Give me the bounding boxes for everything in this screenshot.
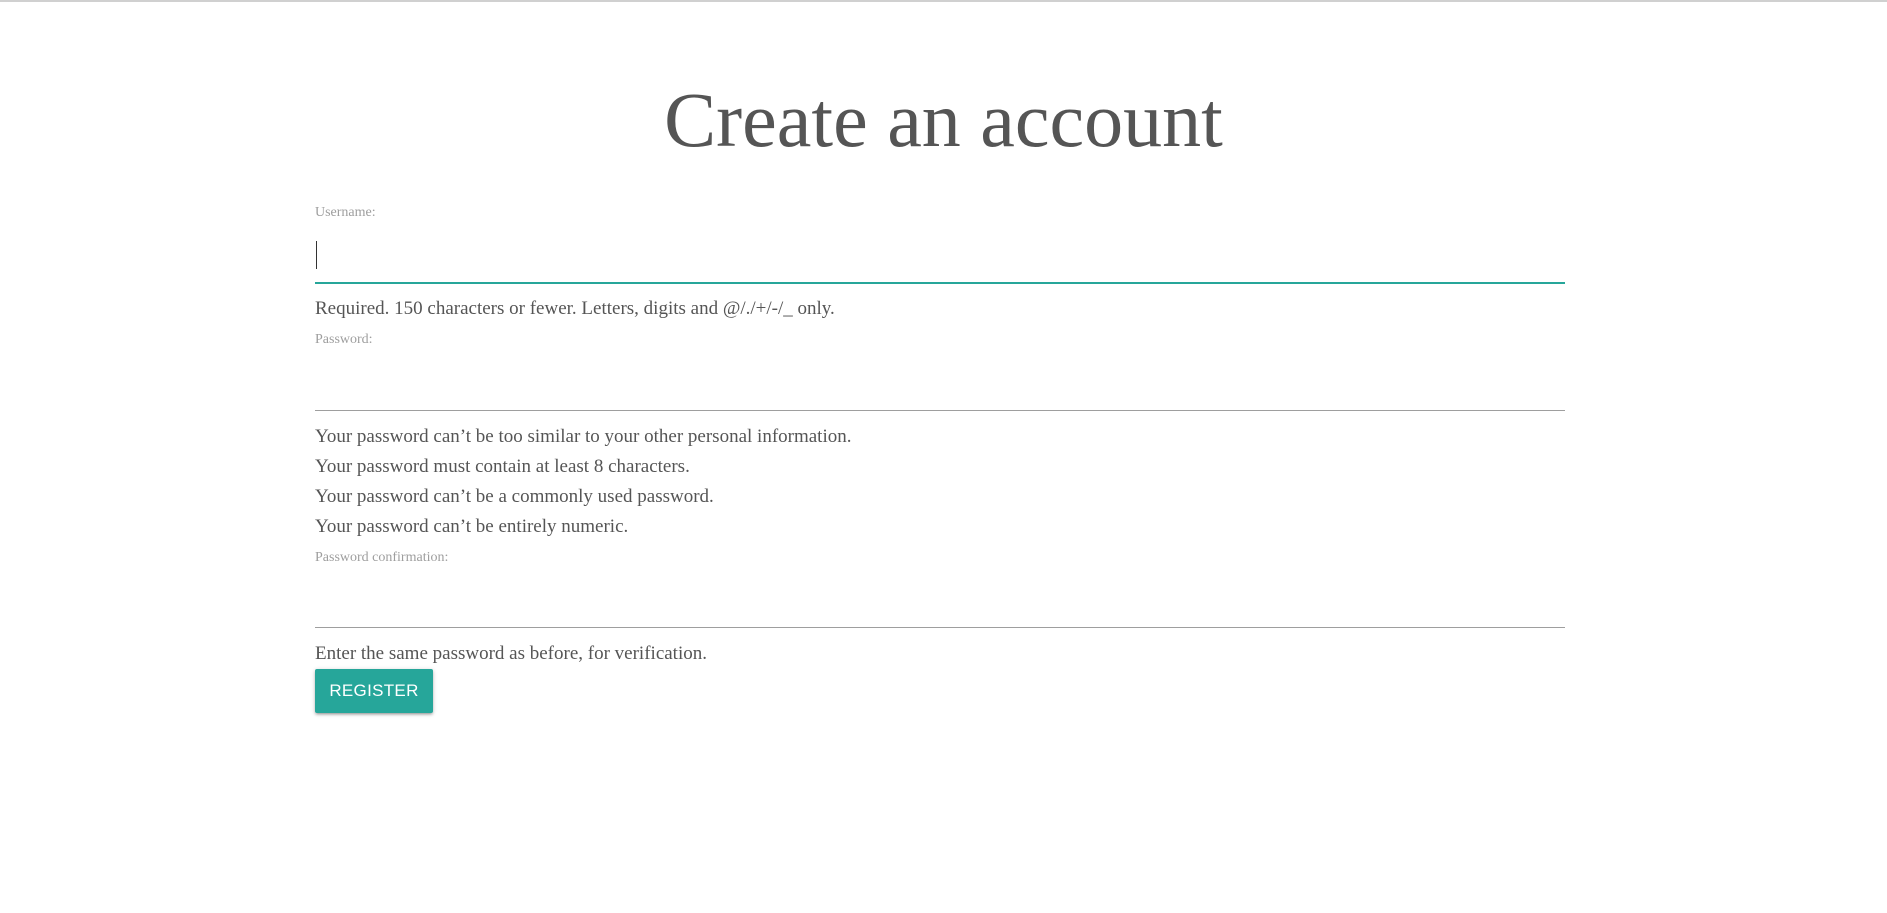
password-help-item: Your password can’t be a commonly used p… — [315, 486, 714, 507]
username-help-text: Required. 150 characters or fewer. Lette… — [315, 298, 835, 319]
register-button[interactable]: REGISTER — [315, 669, 433, 713]
password-help-item: Your password can’t be too similar to yo… — [315, 426, 852, 447]
register-form: Username: Required. 150 characters or fe… — [315, 0, 1565, 913]
password-confirmation-input[interactable] — [315, 585, 1565, 628]
password-confirmation-label: Password confirmation: — [315, 550, 449, 565]
password-help-item: Your password can’t be entirely numeric. — [315, 516, 629, 537]
password-confirmation-help-text: Enter the same password as before, for v… — [315, 643, 707, 664]
username-input[interactable] — [315, 232, 1565, 284]
username-field-wrapper — [315, 232, 1565, 284]
username-label: Username: — [315, 205, 376, 220]
password-label: Password: — [315, 332, 373, 347]
text-caret — [316, 241, 317, 269]
password-help-item: Your password must contain at least 8 ch… — [315, 456, 690, 477]
password-input[interactable] — [315, 368, 1565, 411]
